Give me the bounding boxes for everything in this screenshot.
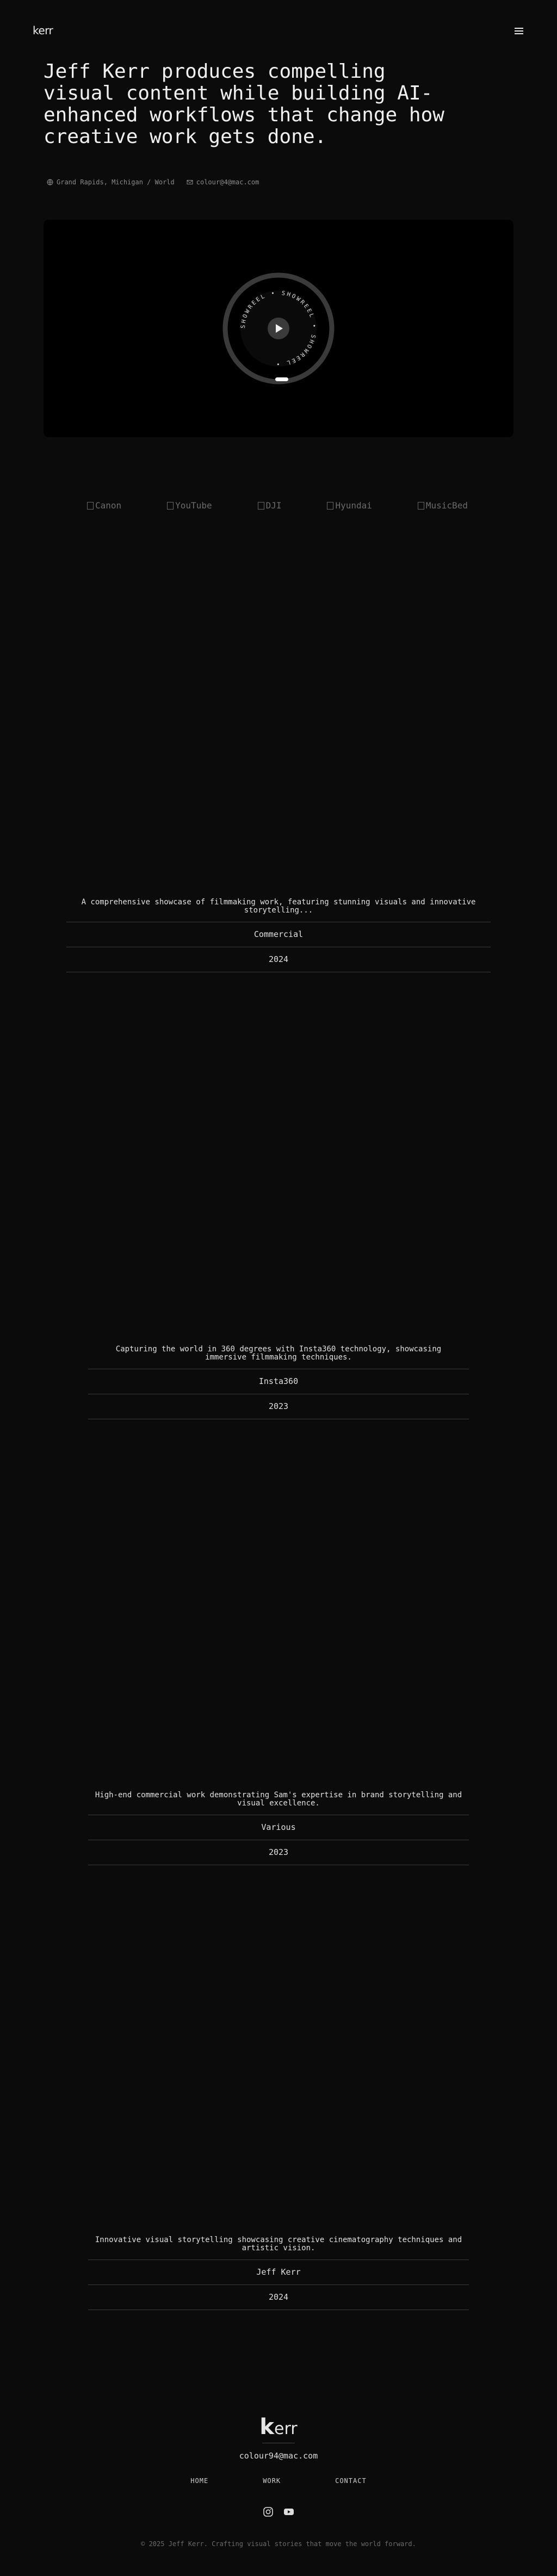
copyright: © 2025 Jeff Kerr. Crafting visual storie…	[141, 2540, 416, 2548]
site-footer: kerr colour94@mac.com HOME WORK CONTACT …	[0, 2414, 557, 2548]
client-logo: YouTube	[167, 500, 212, 511]
broken-image-icon	[167, 501, 174, 510]
project-section[interactable]: Capturing the world in 360 degrees with …	[0, 1345, 557, 1419]
project-description: Capturing the world in 360 degrees with …	[115, 1345, 442, 1362]
globe-icon	[47, 179, 53, 185]
broken-image-icon	[417, 501, 424, 510]
project-client: Commercial	[66, 922, 491, 947]
project-client: Various	[88, 1815, 469, 1840]
project-year: 2023	[88, 1394, 469, 1419]
instagram-icon[interactable]	[263, 2506, 274, 2517]
location-text: Grand Rapids, Michigan / World	[57, 178, 175, 186]
project-description: High-end commercial work demonstrating S…	[95, 1791, 462, 1808]
client-logo: Hyundai	[327, 500, 372, 511]
showreel-ring: SHOWREEL • SHOWREEL • SHOWREEL •	[222, 272, 335, 384]
client-logo-alt: DJI	[265, 500, 282, 511]
location-item: Grand Rapids, Michigan / World	[47, 178, 175, 186]
footer-email[interactable]: colour94@mac.com	[0, 2451, 557, 2461]
email-text: colour@4@mac.com	[196, 178, 259, 186]
hero-meta: Grand Rapids, Michigan / World colour@4@…	[47, 178, 259, 186]
project-client: Jeff Kerr	[88, 2260, 469, 2285]
logo[interactable]: kerr	[33, 24, 53, 37]
project-section[interactable]: High-end commercial work demonstrating S…	[0, 1791, 557, 1865]
client-logo-alt: Hyundai	[335, 500, 372, 511]
client-logo: Canon	[87, 500, 121, 511]
footer-logo[interactable]: kerr	[0, 2414, 557, 2440]
client-logo-alt: MusicBed	[425, 500, 468, 511]
project-description: Innovative visual storytelling showcasin…	[95, 2236, 462, 2252]
hero-title: Jeff Kerr produces compelling visual con…	[44, 60, 444, 148]
project-section[interactable]: Innovative visual storytelling showcasin…	[0, 2236, 557, 2310]
mail-icon	[187, 180, 193, 184]
project-description: A comprehensive showcase of filmmaking w…	[81, 898, 476, 915]
project-year: 2024	[88, 2285, 469, 2310]
footer-nav-work[interactable]: WORK	[263, 2477, 281, 2485]
client-logo-alt: Canon	[95, 500, 122, 511]
footer-nav-home[interactable]: HOME	[190, 2477, 208, 2485]
footer-nav: HOME WORK CONTACT	[0, 2477, 557, 2485]
email-item[interactable]: colour@4@mac.com	[187, 178, 259, 186]
project-year: 2024	[66, 947, 491, 972]
project-year: 2023	[88, 1840, 469, 1865]
client-logo: DJI	[257, 500, 282, 511]
site-header: kerr	[33, 24, 524, 40]
youtube-icon[interactable]	[283, 2506, 294, 2517]
client-logos: Canon YouTube DJI Hyundai MusicBed	[87, 500, 468, 511]
broken-image-icon	[327, 501, 334, 510]
social-links	[0, 2506, 557, 2517]
client-logo: MusicBed	[417, 500, 468, 511]
hamburger-icon	[515, 28, 523, 29]
broken-image-icon	[257, 501, 264, 510]
client-logo-alt: YouTube	[175, 500, 212, 511]
project-section[interactable]: A comprehensive showcase of filmmaking w…	[0, 898, 557, 972]
footer-nav-contact[interactable]: CONTACT	[335, 2477, 367, 2485]
showreel-video[interactable]: SHOWREEL • SHOWREEL • SHOWREEL •	[44, 220, 513, 437]
broken-image-icon	[87, 501, 94, 510]
menu-button[interactable]	[513, 26, 524, 36]
play-button[interactable]	[268, 318, 289, 339]
project-client: Insta360	[88, 1369, 469, 1394]
video-progress-indicator	[275, 377, 288, 381]
